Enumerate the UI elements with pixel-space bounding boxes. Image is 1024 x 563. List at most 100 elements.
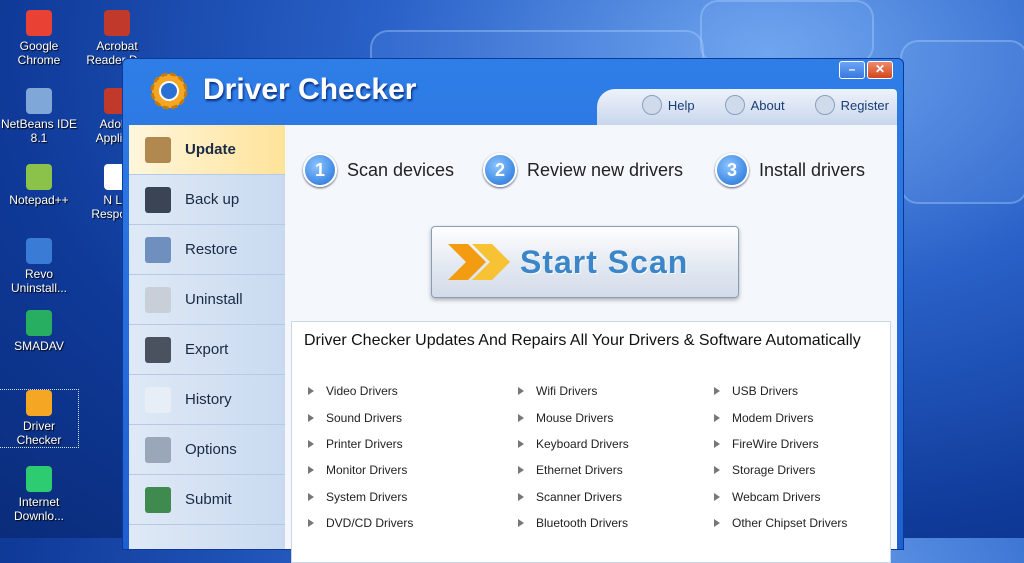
sidebar-item-label: Back up	[185, 191, 240, 208]
step-label: Scan devices	[347, 159, 455, 180]
desktop-icon-item[interactable]: Notepad++	[0, 164, 78, 207]
desktop-icon-item[interactable]: Driver Checker	[0, 389, 79, 448]
acrobat-icon	[104, 10, 130, 36]
bullet-arrow-icon	[518, 466, 524, 475]
desktop-icon-label: Revo Uninstall...	[10, 267, 68, 295]
driver-column: Video Drivers Sound Drivers Printer Driver…	[308, 378, 413, 536]
driver-item-label: Keyboard Drivers	[536, 436, 629, 451]
sidebar-item-restore[interactable]: Restore	[129, 225, 285, 275]
driver-item-label: Bluetooth Drivers	[536, 516, 629, 531]
sidebar: Update Back up Restore Uninstall Export Histo…	[129, 125, 286, 549]
minimize-button[interactable]: –	[839, 61, 865, 79]
sidebar-item-options[interactable]: Options	[129, 425, 285, 475]
driver-item[interactable]: Scanner Drivers	[518, 484, 629, 510]
driver-types-panel: Driver Checker Updates And Repairs All Y…	[291, 321, 891, 563]
start-scan-label: Start Scan	[520, 243, 689, 280]
driver-item[interactable]: Storage Drivers	[714, 457, 847, 483]
driver-checker-icon	[26, 390, 52, 416]
step-label: Install drivers	[759, 159, 866, 180]
driver-item[interactable]: Webcam Drivers	[714, 484, 847, 510]
wallpaper-shape	[900, 40, 1024, 204]
gear-icon	[724, 95, 745, 115]
driver-item[interactable]: System Drivers	[308, 484, 413, 510]
driver-item[interactable]: Sound Drivers	[308, 404, 413, 430]
register-link[interactable]: Register	[814, 95, 889, 115]
panel-title: Driver Checker Updates And Repairs All Y…	[304, 332, 861, 349]
driver-item[interactable]: Wifi Drivers	[518, 378, 629, 404]
bullet-arrow-icon	[518, 439, 524, 448]
step-install-drivers: 3 Install drivers	[715, 153, 865, 187]
top-nav: Help About Register	[641, 95, 889, 115]
driver-item-label: Wifi Drivers	[536, 384, 598, 399]
driver-item[interactable]: FireWire Drivers	[714, 431, 847, 457]
driver-item[interactable]: Mouse Drivers	[518, 404, 629, 430]
desktop-icon-item[interactable]: SMADAV	[0, 310, 78, 353]
desktop-icon-item[interactable]: Revo Uninstall...	[0, 238, 78, 295]
about-label: About	[750, 97, 785, 113]
sidebar-item-history[interactable]: History	[129, 375, 285, 425]
driver-item-label: Video Drivers	[326, 384, 398, 399]
driver-item[interactable]: Modem Drivers	[714, 404, 847, 430]
bullet-arrow-icon	[714, 439, 720, 448]
driver-item-label: Webcam Drivers	[732, 489, 821, 504]
revo-icon	[26, 238, 52, 264]
about-link[interactable]: About	[724, 95, 785, 115]
driver-item-label: Mouse Drivers	[536, 410, 614, 425]
bullet-arrow-icon	[518, 413, 524, 422]
sidebar-item-update[interactable]: Update	[129, 125, 285, 175]
sidebar-item-label: Restore	[185, 241, 238, 258]
step-scan-devices: 1 Scan devices	[303, 153, 454, 187]
driver-item-label: USB Drivers	[732, 384, 799, 399]
sidebar-item-uninstall[interactable]: Uninstall	[129, 275, 285, 325]
start-scan-button[interactable]: Start Scan	[431, 226, 739, 298]
driver-checker-window: Driver Checker – ✕ Help About Register U…	[122, 58, 904, 563]
driver-item-label: Other Chipset Drivers	[732, 516, 848, 531]
help-icon	[641, 95, 662, 115]
desktop-icon-label: Notepad++	[9, 193, 69, 207]
driver-item-label: Sound Drivers	[326, 410, 403, 425]
driver-item[interactable]: Bluetooth Drivers	[518, 510, 629, 536]
driver-item[interactable]: Video Drivers	[308, 378, 413, 404]
desktop-icon-label: SMADAV	[14, 339, 64, 353]
driver-item-label: Printer Drivers	[326, 436, 403, 451]
driver-item[interactable]: Printer Drivers	[308, 431, 413, 457]
driver-item[interactable]: USB Drivers	[714, 378, 847, 404]
double-arrow-icon	[448, 244, 510, 280]
driver-item[interactable]: DVD/CD Drivers	[308, 510, 413, 536]
desktop-icon-item[interactable]: Internet Downlo...	[0, 466, 78, 523]
close-button[interactable]: ✕	[867, 61, 893, 79]
sidebar-item-back-up[interactable]: Back up	[129, 175, 285, 225]
bullet-arrow-icon	[714, 413, 720, 422]
main-content: 1 Scan devices 2 Review new drivers 3 In…	[285, 125, 897, 563]
sidebar-item-label: Uninstall	[185, 291, 243, 308]
help-link[interactable]: Help	[641, 95, 695, 115]
driver-item-label: Scanner Drivers	[536, 489, 623, 504]
bullet-arrow-icon	[308, 387, 314, 396]
help-label: Help	[667, 97, 695, 113]
desktop-icon-label: Google Chrome	[17, 39, 61, 67]
desktop-icon-item[interactable]: Google Chrome	[0, 10, 78, 67]
sidebar-item-label: Options	[185, 441, 237, 458]
driver-item[interactable]: Monitor Drivers	[308, 457, 413, 483]
bullet-arrow-icon	[308, 439, 314, 448]
window-controls: – ✕	[839, 61, 893, 79]
driver-item[interactable]: Other Chipset Drivers	[714, 510, 847, 536]
gear-icon	[145, 436, 171, 463]
driver-item-label: System Drivers	[326, 489, 408, 504]
sidebar-item-export[interactable]: Export	[129, 325, 285, 375]
desktop-icon-item[interactable]: NetBeans IDE 8.1	[0, 88, 78, 145]
export-icon	[145, 336, 171, 363]
bullet-arrow-icon	[518, 492, 524, 501]
driver-item[interactable]: Ethernet Drivers	[518, 457, 629, 483]
bullet-arrow-icon	[308, 492, 314, 501]
driver-item[interactable]: Keyboard Drivers	[518, 431, 629, 457]
step-number-badge: 3	[715, 153, 749, 187]
bullet-arrow-icon	[308, 413, 314, 422]
driver-column: Wifi Drivers Mouse Drivers Keyboard Driver…	[518, 378, 629, 536]
bullet-arrow-icon	[714, 519, 720, 528]
register-label: Register	[840, 97, 889, 113]
driver-item-label: DVD/CD Drivers	[326, 516, 414, 531]
title-bar[interactable]: Driver Checker – ✕ Help About Register	[123, 59, 903, 125]
driver-item-label: Storage Drivers	[732, 463, 816, 478]
sidebar-item-submit[interactable]: Submit	[129, 475, 285, 525]
